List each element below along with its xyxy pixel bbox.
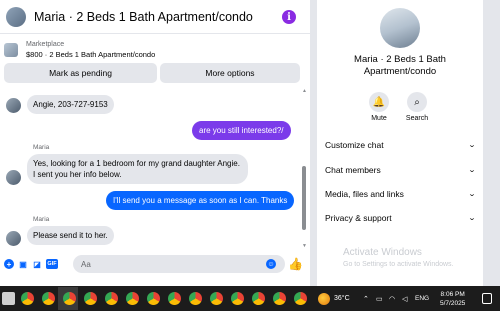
emoji-icon[interactable]: ☺ [266,259,276,269]
temperature: 36°C [334,295,350,302]
chrome-icon[interactable] [126,292,139,305]
mute-label: Mute [371,115,387,122]
chevron-down-icon[interactable]: ⌄ [468,166,476,174]
volume-icon[interactable]: ◁ [402,295,407,303]
chat-panel: Maria · 2 Beds 1 Bath Apartment/condo i … [0,0,310,286]
info-icon[interactable]: i [282,10,296,24]
section-label: Media, files and links [325,189,404,199]
sender-name: Maria [33,216,50,223]
language-indicator[interactable]: ENG [415,295,429,302]
network-icon[interactable]: ▭ [376,295,383,303]
conversation-info-panel: Maria · 2 Beds 1 Bath Apartment/condo 🔔 … [317,0,483,286]
chrome-icon[interactable] [105,292,118,305]
avatar[interactable] [6,6,26,27]
app-root: Maria · 2 Beds 1 Bath Apartment/condo i … [0,0,500,311]
section-media-files[interactable]: Media, files and links ⌄ [325,189,476,199]
wifi-icon[interactable]: ◠ [389,295,395,303]
listing-source-label: Marketplace [26,41,65,48]
notification-icon[interactable] [482,293,492,304]
chrome-icon[interactable] [42,292,55,305]
sender-avatar[interactable] [6,98,21,113]
chevron-down-icon[interactable]: ⌄ [468,141,476,149]
message-bubble-outgoing[interactable]: are you still interested?/ [192,121,291,140]
chrome-icon[interactable] [21,292,34,305]
section-label: Customize chat [325,140,384,150]
chrome-icon[interactable] [273,292,286,305]
chrome-icon[interactable] [294,292,307,305]
conversation-name: Maria · 2 Beds 1 Bath Apartment/condo [354,54,446,77]
message-bubble-incoming[interactable]: Yes, looking for a 1 bedroom for my gran… [27,154,248,184]
section-label: Privacy & support [325,213,392,223]
watermark-subtitle: Go to Settings to activate Windows. [343,261,454,268]
section-label: Chat members [325,165,381,175]
section-chat-members[interactable]: Chat members ⌄ [325,165,476,175]
search-button[interactable]: ⌕ Search [397,92,437,122]
image-icon[interactable]: ▣ [18,259,28,269]
chrome-icon[interactable] [252,292,265,305]
avatar[interactable] [380,8,420,48]
message-composer: + ▣ ◪ GIF Aa ☺ 👍 [0,252,310,276]
search-label: Search [405,115,429,122]
clock[interactable]: 8:06 PM 5/7/2025 [440,290,465,308]
message-bubble-outgoing[interactable]: I'll send you a message as soon as I can… [106,191,295,210]
chevron-up-icon[interactable]: ⌃ [363,295,369,303]
chrome-icon[interactable] [168,292,181,305]
scroll-up-arrow-icon[interactable]: ▲ [302,88,307,94]
scroll-down-arrow-icon[interactable]: ▼ [302,243,307,249]
chat-header[interactable]: Maria · 2 Beds 1 Bath Apartment/condo i [0,0,310,34]
chrome-icon[interactable] [147,292,160,305]
conversation-title[interactable]: Maria · 2 Beds 1 Bath Apartment/condo [34,10,253,24]
chrome-icon[interactable] [63,292,76,305]
message-bubble-incoming[interactable]: Angie, 203-727-9153 [27,95,114,114]
message-input[interactable]: Aa [73,255,285,273]
message-bubble-incoming[interactable]: Please send it to her. [27,226,114,245]
mark-as-pending-button[interactable]: Mark as pending [4,63,157,83]
weather-widget[interactable]: 36°C [318,286,350,311]
listing-summary[interactable]: $800 · 2 Beds 1 Bath Apartment/condo [26,50,155,60]
sender-avatar[interactable] [6,231,21,246]
listing-thumbnail[interactable] [4,43,18,57]
chrome-icon[interactable] [231,292,244,305]
search-icon[interactable]: ⌕ [407,92,427,112]
chevron-down-icon[interactable]: ⌄ [468,190,476,198]
activate-windows-watermark: Activate Windows Go to Settings to activ… [343,247,454,268]
clock-time: 8:06 PM [440,291,465,298]
more-options-button[interactable]: More options [160,63,300,83]
chrome-icon[interactable] [189,292,202,305]
watermark-title: Activate Windows [343,247,422,258]
sender-avatar[interactable] [6,170,21,185]
chevron-down-icon[interactable]: ⌄ [468,214,476,222]
start-icon[interactable] [2,292,15,305]
plus-icon[interactable]: + [4,259,14,269]
taskbar: 36°C ⌃ ▭ ◠ ◁ ENG 8:06 PM 5/7/2025 [0,286,500,311]
like-icon[interactable]: 👍 [288,257,303,271]
mute-button[interactable]: 🔔 Mute [359,92,399,122]
chrome-icon[interactable] [84,292,97,305]
message-list[interactable]: Angie, 203-727-9153 are you still intere… [0,85,310,250]
scrollbar-thumb[interactable] [302,166,306,230]
marketplace-listing[interactable]: Marketplace $800 · 2 Beds 1 Bath Apartme… [0,38,310,62]
section-customize-chat[interactable]: Customize chat ⌄ [325,140,476,150]
sticker-icon[interactable]: ◪ [32,259,42,269]
bell-icon[interactable]: 🔔 [369,92,389,112]
gif-icon[interactable]: GIF [46,259,58,269]
section-privacy-support[interactable]: Privacy & support ⌄ [325,213,476,223]
weather-icon [318,292,330,305]
clock-date: 5/7/2025 [440,300,466,307]
sender-name: Maria [33,144,50,151]
chrome-icon[interactable] [210,292,223,305]
